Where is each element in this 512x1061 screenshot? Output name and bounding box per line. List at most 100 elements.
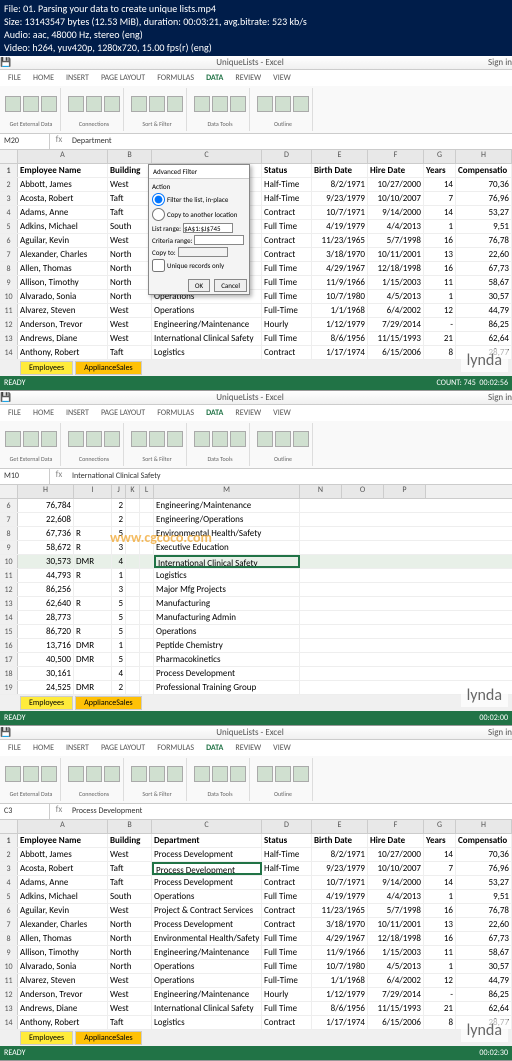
- row-header[interactable]: 4: [0, 206, 18, 219]
- cell[interactable]: Full Time: [262, 960, 312, 973]
- table-row[interactable]: 8Allen, ThomasNorthEnvironmFull Time4/29…: [0, 262, 512, 276]
- table-row[interactable]: 6Aguilar, KevinWestProject &Contract11/2…: [0, 234, 512, 248]
- cell[interactable]: Logistics: [152, 1016, 262, 1029]
- cell[interactable]: 11/15/1993: [368, 332, 424, 345]
- cell[interactable]: Alexander, Charles: [18, 918, 108, 931]
- cell[interactable]: 6/4/2002: [368, 304, 424, 317]
- cell[interactable]: West: [108, 904, 152, 917]
- cell[interactable]: Building: [108, 164, 152, 177]
- cell[interactable]: 24,525: [18, 681, 74, 694]
- filter-in-place-radio[interactable]: [152, 193, 165, 206]
- row-header[interactable]: 1: [0, 834, 18, 847]
- row-header[interactable]: 6: [0, 904, 18, 917]
- row-header[interactable]: 14: [0, 346, 18, 359]
- cell[interactable]: Taft: [108, 192, 152, 205]
- cell[interactable]: [126, 555, 140, 568]
- cell[interactable]: West: [108, 332, 152, 345]
- col-header[interactable]: P: [384, 485, 426, 498]
- row-header[interactable]: 8: [0, 932, 18, 945]
- tab-employees[interactable]: Employees: [20, 1031, 73, 1045]
- advanced-filter-dialog[interactable]: Advanced Filter Action Filter the list, …: [148, 164, 250, 295]
- cell[interactable]: 5: [112, 653, 126, 666]
- cell[interactable]: [140, 513, 154, 526]
- cell[interactable]: 4/19/1979: [312, 220, 368, 233]
- cell[interactable]: Full Time: [262, 220, 312, 233]
- cell[interactable]: 67,736: [18, 527, 74, 540]
- cell[interactable]: 44,79: [456, 974, 512, 987]
- row-header[interactable]: 8: [0, 262, 18, 275]
- ribbon-button[interactable]: [104, 766, 120, 782]
- cell[interactable]: Major Mfg Projects: [154, 583, 300, 596]
- row-header[interactable]: 5: [0, 220, 18, 233]
- cell[interactable]: 10/27/2000: [368, 848, 424, 861]
- cell[interactable]: 10/11/2001: [368, 918, 424, 931]
- col-header[interactable]: H: [456, 820, 512, 833]
- cell[interactable]: Full Time: [262, 890, 312, 903]
- fx-icon[interactable]: fx: [50, 134, 68, 149]
- cell[interactable]: DMR: [74, 653, 112, 666]
- col-header[interactable]: D: [262, 820, 312, 833]
- data-grid[interactable]: Advanced Filter Action Filter the list, …: [0, 164, 512, 360]
- cell[interactable]: 11: [424, 276, 456, 289]
- cell[interactable]: Contract: [262, 876, 312, 889]
- cell[interactable]: Department: [152, 834, 262, 847]
- cell[interactable]: Process Development: [154, 667, 300, 680]
- menu-home[interactable]: HOME: [33, 408, 54, 418]
- cell[interactable]: Contract: [262, 234, 312, 247]
- cell[interactable]: Years: [424, 834, 456, 847]
- cell[interactable]: 9/14/2000: [368, 206, 424, 219]
- table-row[interactable]: 1Employee NameBuildingDepartmentStatusBi…: [0, 834, 512, 848]
- cell[interactable]: 9,51: [456, 220, 512, 233]
- menu-review[interactable]: REVIEW: [235, 73, 261, 83]
- ribbon-button[interactable]: [293, 431, 309, 447]
- cell[interactable]: [140, 597, 154, 610]
- ribbon-button[interactable]: [212, 431, 228, 447]
- cell[interactable]: Andrews, Diane: [18, 332, 108, 345]
- cell[interactable]: 4/5/2013: [368, 290, 424, 303]
- cell[interactable]: [126, 653, 140, 666]
- cell[interactable]: Full Time: [262, 932, 312, 945]
- cell[interactable]: Engineering/Maintenance: [152, 988, 262, 1001]
- cell[interactable]: Taft: [108, 876, 152, 889]
- cell[interactable]: Alvarez, Steven: [18, 304, 108, 317]
- ribbon-button[interactable]: [257, 431, 273, 447]
- ribbon-button[interactable]: [293, 96, 309, 112]
- cell[interactable]: 5: [112, 625, 126, 638]
- cell[interactable]: Allison, Timothy: [18, 946, 108, 959]
- col-header[interactable]: F: [368, 820, 424, 833]
- cell[interactable]: 5: [112, 611, 126, 624]
- cell[interactable]: [126, 667, 140, 680]
- cell[interactable]: Allen, Thomas: [18, 262, 108, 275]
- col-header[interactable]: J: [112, 485, 126, 498]
- row-header[interactable]: 11: [0, 304, 18, 317]
- cell[interactable]: 2: [112, 681, 126, 694]
- row-header[interactable]: 2: [0, 178, 18, 191]
- cell[interactable]: 8/6/1956: [312, 332, 368, 345]
- tab-appliance[interactable]: ApplianceSales: [75, 1031, 142, 1045]
- cell[interactable]: [140, 611, 154, 624]
- ribbon-button[interactable]: [230, 431, 246, 447]
- tab-appliance[interactable]: ApplianceSales: [75, 361, 142, 375]
- cell[interactable]: 4/29/1967: [312, 932, 368, 945]
- cell[interactable]: Adams, Anne: [18, 206, 108, 219]
- copy-location-radio[interactable]: [152, 208, 165, 221]
- cell[interactable]: 1: [424, 220, 456, 233]
- select-all-corner[interactable]: [0, 150, 18, 163]
- col-header[interactable]: E: [312, 150, 368, 163]
- table-row[interactable]: 676,7842Engineering/Maintenance: [0, 499, 512, 513]
- col-header[interactable]: C: [152, 820, 262, 833]
- ribbon-button[interactable]: [41, 96, 57, 112]
- cell[interactable]: Birth Date: [312, 834, 368, 847]
- table-row[interactable]: 1586,720R5Operations: [0, 625, 512, 639]
- cell[interactable]: [140, 569, 154, 582]
- cell[interactable]: 30,57: [456, 290, 512, 303]
- cell[interactable]: West: [108, 304, 152, 317]
- cell[interactable]: Taft: [108, 346, 152, 359]
- table-row[interactable]: 10Alvarado, SoniaNorthOperationsFull Tim…: [0, 290, 512, 304]
- col-header[interactable]: O: [342, 485, 384, 498]
- cell[interactable]: 5: [112, 597, 126, 610]
- row-header[interactable]: 2: [0, 848, 18, 861]
- cell[interactable]: Contract: [262, 1016, 312, 1029]
- row-header[interactable]: 11: [0, 569, 18, 582]
- cell[interactable]: 11: [424, 946, 456, 959]
